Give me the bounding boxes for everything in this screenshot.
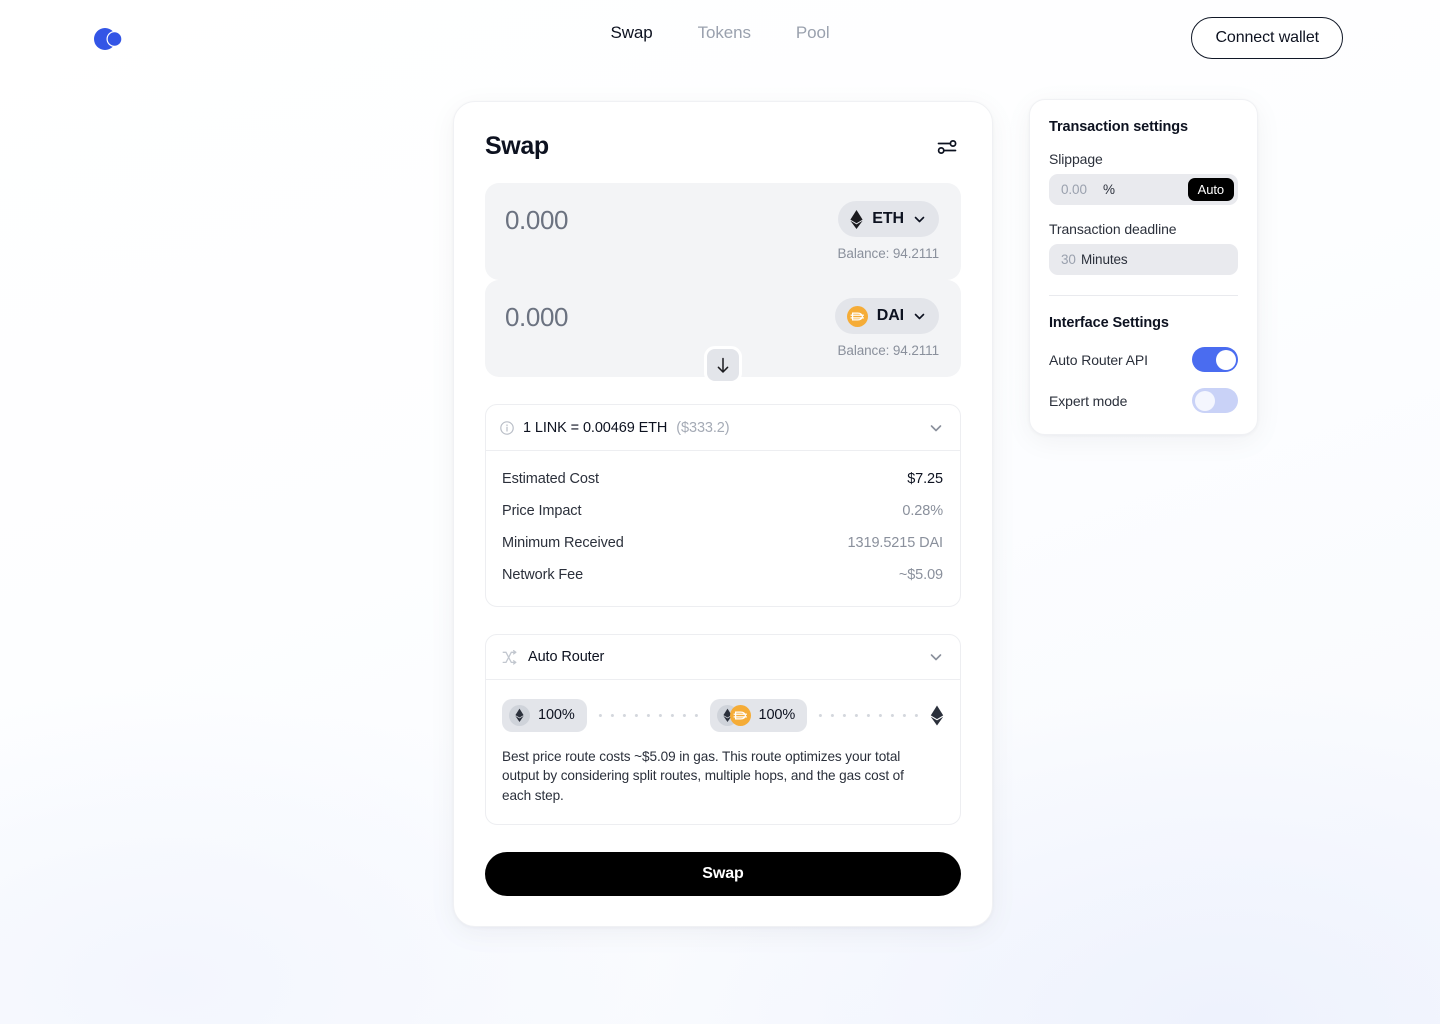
swap-card-header: Swap [485, 132, 961, 161]
info-icon [500, 420, 514, 435]
swap-direction-wrap [704, 346, 742, 384]
route-hop-tokens [716, 704, 751, 726]
detail-label: Estimated Cost [502, 471, 599, 487]
slippage-input[interactable] [1061, 182, 1109, 197]
app-header: Swap Tokens Pool Connect wallet [0, 0, 1440, 76]
detail-value: ~$5.09 [898, 567, 943, 583]
auto-router-card: Auto Router 100% 100% Best price route c… [485, 634, 961, 825]
connect-wallet-button[interactable]: Connect wallet [1191, 17, 1343, 59]
toggle-knob [1215, 349, 1236, 370]
detail-value: 0.28% [902, 503, 943, 519]
auto-router-api-row: Auto Router API [1049, 347, 1238, 372]
swap-card: Swap ETH [453, 101, 993, 927]
shuffle-icon [502, 649, 517, 665]
to-token-symbol: DAI [876, 307, 904, 324]
detail-label: Minimum Received [502, 535, 624, 551]
exchange-rate-usd: ($333.2) [676, 419, 730, 436]
from-token-selector[interactable]: ETH [838, 201, 939, 237]
expert-mode-row: Expert mode [1049, 388, 1238, 413]
from-amount-input[interactable] [505, 201, 765, 236]
slippage-field: % Auto [1049, 174, 1238, 205]
nav-item-tokens[interactable]: Tokens [698, 23, 751, 43]
expert-mode-label: Expert mode [1049, 392, 1128, 409]
detail-value: $7.25 [907, 471, 943, 487]
detail-row: Network Fee ~$5.09 [502, 559, 943, 591]
exchange-rate-text: 1 LINK = 0.00469 ETH [523, 419, 668, 436]
main-nav: Swap Tokens Pool [610, 23, 829, 43]
token-panels: ETH Balance: 94.2111 [485, 183, 961, 384]
details-list: Estimated Cost $7.25 Price Impact 0.28% … [486, 451, 960, 606]
chevron-down-icon [913, 213, 926, 226]
from-token-symbol: ETH [872, 210, 904, 227]
sliders-icon[interactable] [933, 133, 961, 161]
deadline-unit: Minutes [1081, 252, 1128, 267]
chevron-down-icon[interactable] [928, 420, 944, 436]
arrow-down-icon[interactable] [704, 346, 742, 384]
nav-item-pool[interactable]: Pool [796, 23, 830, 43]
transaction-settings-title: Transaction settings [1049, 119, 1189, 135]
transaction-settings-panel: Transaction settings Slippage % Auto Tra… [1029, 99, 1258, 435]
toggle-knob [1194, 390, 1215, 411]
route-hop: 100% [502, 698, 587, 732]
expert-mode-toggle[interactable] [1192, 388, 1238, 413]
app-logo[interactable] [94, 28, 126, 50]
from-panel-right: ETH Balance: 94.2111 [838, 201, 939, 261]
to-amount-input[interactable] [505, 298, 765, 333]
to-panel-right: DAI Balance: 94.2111 [834, 298, 940, 358]
ethereum-icon [850, 209, 863, 229]
from-token-panel: ETH Balance: 94.2111 [485, 183, 961, 280]
route-connector [595, 713, 701, 717]
slippage-auto-button[interactable]: Auto [1187, 178, 1234, 201]
from-balance: Balance: 94.2111 [837, 246, 940, 261]
swap-submit-button[interactable]: Swap [485, 851, 961, 896]
auto-router-header-left: Auto Router [502, 649, 604, 665]
interface-settings-title: Interface Settings [1049, 315, 1169, 331]
dai-icon [729, 704, 751, 726]
route-hop: 100% [709, 698, 808, 732]
auto-router-title: Auto Router [528, 649, 605, 665]
dai-icon [846, 305, 868, 327]
deadline-label: Transaction deadline [1049, 221, 1177, 237]
auto-router-note: Best price route costs ~$5.09 in gas. Th… [502, 749, 904, 803]
detail-label: Network Fee [502, 567, 584, 583]
chevron-down-icon[interactable] [928, 649, 944, 665]
settings-divider [1049, 295, 1238, 296]
route-connector [816, 713, 921, 717]
exchange-rate-left: 1 LINK = 0.00469 ETH ($333.2) [500, 420, 730, 436]
slippage-unit: % [1103, 182, 1115, 197]
swap-details-card: 1 LINK = 0.00469 ETH ($333.2) Estimated … [485, 404, 961, 607]
page-title: Swap [485, 132, 549, 160]
detail-value: 1319.5215 DAI [847, 535, 944, 551]
route-hop-percent: 100% [538, 707, 575, 723]
ethereum-icon [509, 704, 530, 726]
chevron-down-icon [913, 310, 926, 323]
to-balance: Balance: 94.2111 [837, 343, 940, 358]
detail-label: Price Impact [502, 503, 582, 519]
ethereum-icon [930, 705, 944, 726]
slippage-label: Slippage [1049, 151, 1103, 167]
auto-router-api-toggle[interactable] [1192, 347, 1238, 372]
detail-row: Estimated Cost $7.25 [502, 463, 943, 495]
to-token-selector[interactable]: DAI [834, 298, 939, 334]
nav-item-swap[interactable]: Swap [610, 23, 652, 43]
detail-row: Minimum Received 1319.5215 DAI [502, 527, 943, 559]
auto-router-header[interactable]: Auto Router [486, 635, 960, 680]
auto-router-api-label: Auto Router API [1049, 351, 1148, 368]
exchange-rate-row[interactable]: 1 LINK = 0.00469 ETH ($333.2) [486, 405, 960, 451]
deadline-field: Minutes [1049, 244, 1238, 275]
route-hop-percent: 100% [758, 707, 796, 723]
detail-row: Price Impact 0.28% [502, 495, 943, 527]
auto-router-body: 100% 100% Best price route costs ~$5.09 … [486, 680, 960, 824]
route-path: 100% 100% [502, 697, 944, 733]
